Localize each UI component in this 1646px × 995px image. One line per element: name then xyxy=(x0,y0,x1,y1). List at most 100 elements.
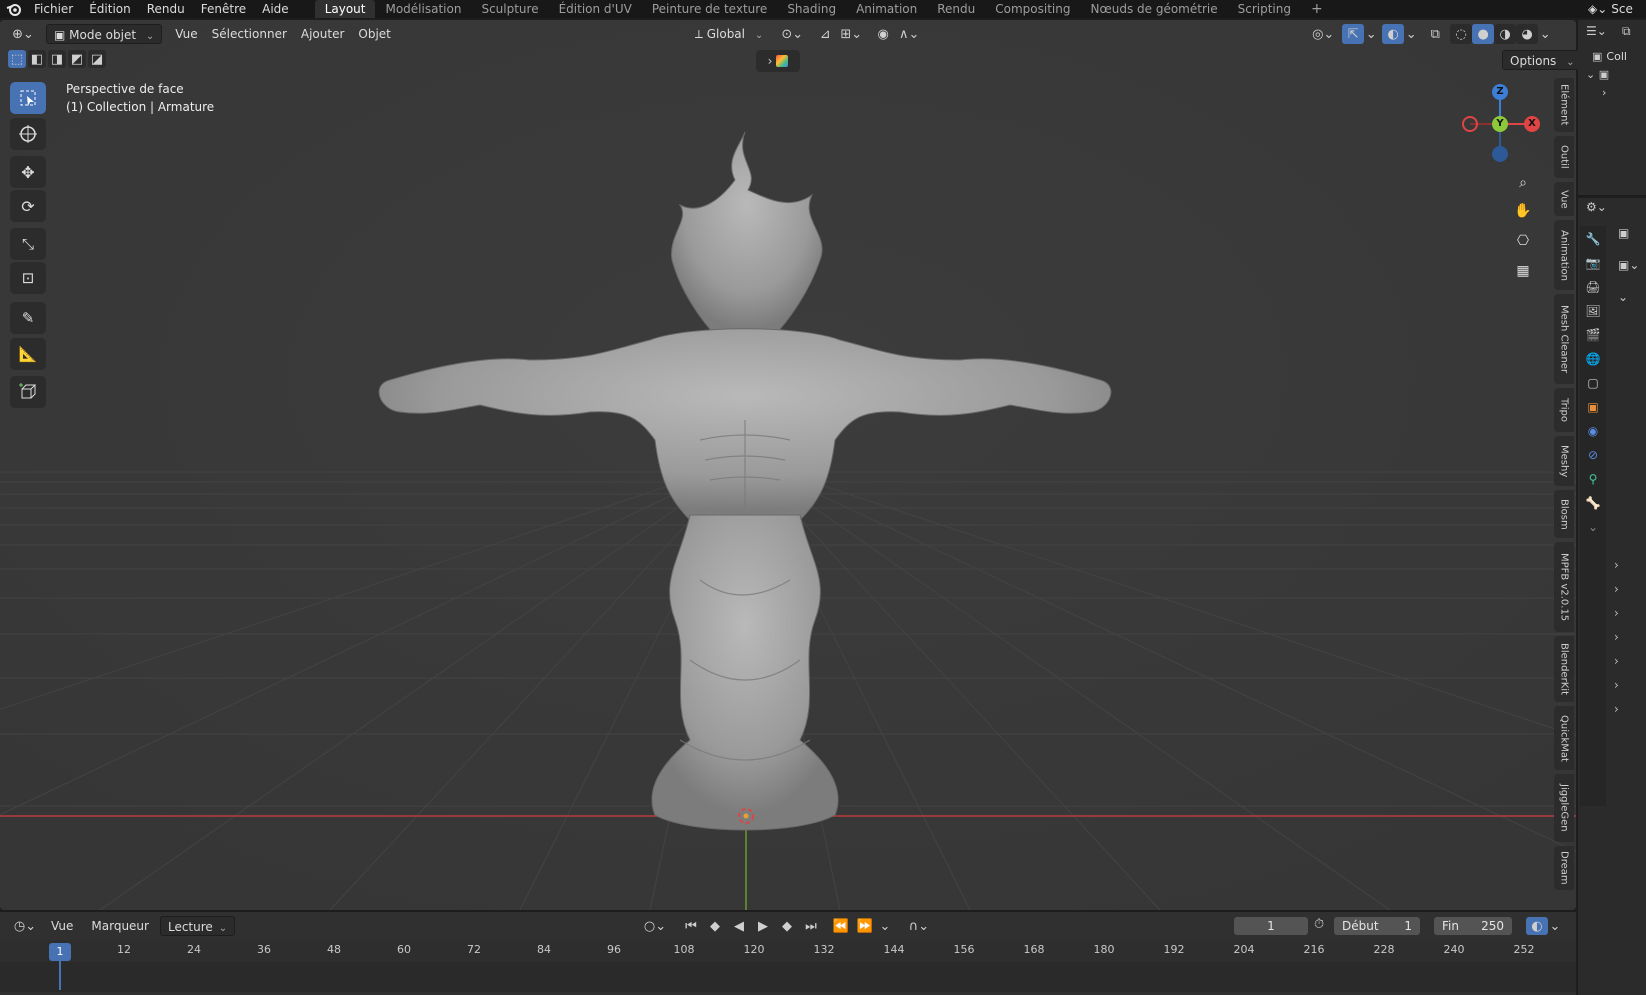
armature-expand-icon[interactable]: › xyxy=(1602,86,1606,99)
tab-shading[interactable]: Shading xyxy=(777,0,846,18)
snap-icon[interactable]: ⊿ xyxy=(814,24,836,44)
menu-fenetre[interactable]: Fenêtre xyxy=(193,0,254,18)
timeline-editor-type-icon[interactable]: ◷⌄ xyxy=(10,916,40,936)
overlay-toggle-icon[interactable]: ◐ xyxy=(1382,24,1405,44)
physics-icon[interactable]: ⊘ xyxy=(1588,448,1598,462)
scene-icon[interactable]: 🎬 xyxy=(1586,328,1601,342)
sidebar-tab-dream[interactable]: Dream xyxy=(1554,846,1574,890)
falloff-icon[interactable]: ∧⌄ xyxy=(894,24,924,44)
orientation-selector[interactable]: ⟂ Global xyxy=(688,24,770,44)
shading-wireframe-icon[interactable]: ◌ xyxy=(1450,24,1473,44)
options-button[interactable]: Options xyxy=(1502,50,1583,70)
current-frame-field[interactable]: 1 xyxy=(1234,917,1308,935)
menu-fichier[interactable]: Fichier xyxy=(26,0,81,18)
select-intersect-icon[interactable]: ◪ xyxy=(88,50,106,68)
tab-modelisation[interactable]: Modélisation xyxy=(375,0,471,18)
sidebar-tab-element[interactable]: Elément xyxy=(1554,78,1574,132)
sidebar-tab-mesh-cleaner[interactable]: Mesh Cleaner xyxy=(1554,294,1574,384)
sidebar-tab-meshy[interactable]: Meshy xyxy=(1554,436,1574,486)
asset-shelf-toggle[interactable]: › xyxy=(756,50,800,72)
gizmo-neg-x-icon[interactable] xyxy=(1462,116,1478,132)
more-tabs-chevron-icon[interactable]: ⌄ xyxy=(1588,520,1598,534)
object-type-dropdown-icon[interactable]: ▣⌄ xyxy=(1618,258,1639,272)
pivot-icon[interactable]: ⊙⌄ xyxy=(776,24,808,44)
sidebar-tab-jigglegen[interactable]: JiggleGen xyxy=(1554,774,1574,842)
view-layer-icon[interactable]: 🖼 xyxy=(1585,304,1600,318)
panel-chevron-icon[interactable]: › xyxy=(1614,702,1619,716)
zoom-icon[interactable]: ⌕ xyxy=(1510,170,1536,196)
tab-edition-uv[interactable]: Édition d'UV xyxy=(549,0,642,18)
timeline-overlay-icon[interactable]: ◐ xyxy=(1526,917,1548,935)
timeline-menu-vue[interactable]: Vue xyxy=(44,916,80,936)
jump-start-icon[interactable]: ⏮ xyxy=(680,916,702,936)
navigation-gizmo[interactable]: Z X Y xyxy=(1460,82,1540,162)
sidebar-tab-quickmat[interactable]: QuickMat xyxy=(1554,706,1574,770)
outliner-scene-collection[interactable]: ▣ Coll xyxy=(1592,50,1627,63)
menu-selectionner[interactable]: Sélectionner xyxy=(205,24,294,44)
panel-chevron-icon[interactable]: › xyxy=(1614,558,1619,572)
menu-ajouter[interactable]: Ajouter xyxy=(294,24,352,44)
add-workspace-button[interactable]: + xyxy=(1301,0,1333,18)
timeline-menu-marqueur[interactable]: Marqueur xyxy=(84,916,156,936)
menu-rendu[interactable]: Rendu xyxy=(139,0,193,18)
render-icon[interactable]: 📷 xyxy=(1586,256,1601,270)
timeline-overlay-dropdown-icon[interactable]: ⌄ xyxy=(1548,917,1562,935)
sidebar-tab-blosm[interactable]: Blosm xyxy=(1554,490,1574,538)
overlay-dropdown-icon[interactable]: ⌄ xyxy=(1404,24,1418,44)
gizmo-y-icon[interactable]: Y xyxy=(1492,116,1508,132)
object-header-icon[interactable]: ▣ xyxy=(1618,226,1629,240)
next-keyframe-icon[interactable]: ◆ xyxy=(776,916,798,936)
outliner-editor-icon[interactable]: ☰⌄ xyxy=(1586,24,1607,38)
menu-vue[interactable]: Vue xyxy=(168,24,204,44)
measure-tool[interactable]: 📐 xyxy=(10,338,46,370)
editor-type-icon[interactable]: ⊕⌄ xyxy=(6,24,40,44)
shading-solid-icon[interactable]: ● xyxy=(1472,24,1495,44)
play-reverse-icon[interactable]: ◀ xyxy=(728,916,750,936)
sidebar-tab-tripo[interactable]: Tripo xyxy=(1554,388,1574,432)
collection-icon[interactable]: ▢ xyxy=(1587,376,1598,390)
sidebar-tab-animation[interactable]: Animation xyxy=(1554,220,1574,290)
menu-objet[interactable]: Objet xyxy=(351,24,397,44)
annotate-tool[interactable]: ✎ xyxy=(10,302,46,334)
jump-end-icon[interactable]: ⏭ xyxy=(800,916,822,936)
pan-hand-icon[interactable]: ✋ xyxy=(1510,198,1536,224)
blender-logo-icon[interactable] xyxy=(0,0,26,18)
add-cube-tool[interactable] xyxy=(10,376,46,408)
select-new-icon[interactable]: ⬚ xyxy=(8,50,26,68)
rotate-tool[interactable]: ⟳ xyxy=(10,190,46,222)
transform-panel-chevron-icon[interactable]: ⌄ xyxy=(1618,290,1628,304)
camera-view-icon[interactable]: ⎔ xyxy=(1510,228,1536,254)
tab-sculpture[interactable]: Sculpture xyxy=(471,0,548,18)
tool-settings-icon[interactable]: 🔧 xyxy=(1586,232,1601,246)
tab-scripting[interactable]: Scripting xyxy=(1228,0,1301,18)
modifier-icon[interactable]: ◉ xyxy=(1588,424,1598,438)
menu-aide[interactable]: Aide xyxy=(254,0,297,18)
outliner-filter-icon[interactable]: ⧉ xyxy=(1622,24,1631,39)
sidebar-tab-vue[interactable]: Vue xyxy=(1554,182,1574,216)
start-frame-field[interactable]: Début 1 xyxy=(1334,917,1420,935)
scene-label[interactable]: Sce xyxy=(1611,2,1633,16)
tab-compositing[interactable]: Compositing xyxy=(985,0,1080,18)
shading-rendered-icon[interactable]: ◕ xyxy=(1516,24,1539,44)
keying-record-icon[interactable]: ○⌄ xyxy=(640,916,670,936)
gizmo-x-icon[interactable]: X xyxy=(1524,116,1540,132)
world-icon[interactable]: 🌐 xyxy=(1586,352,1601,366)
shading-material-icon[interactable]: ◑ xyxy=(1494,24,1517,44)
tab-layout[interactable]: Layout xyxy=(314,0,376,18)
playback-menu[interactable]: Lecture xyxy=(159,916,236,936)
panel-chevron-icon[interactable]: › xyxy=(1614,606,1619,620)
visibility-icon[interactable]: ◎⌄ xyxy=(1308,24,1338,44)
shading-dropdown-icon[interactable]: ⌄ xyxy=(1538,24,1552,44)
sidebar-tab-outil[interactable]: Outil xyxy=(1554,136,1574,178)
mode-selector[interactable]: ▣ Mode objet xyxy=(46,24,163,44)
collection-expand-icon[interactable]: ⌄ ▣ xyxy=(1586,68,1609,81)
sidebar-tab-blenderkit[interactable]: BlenderKit xyxy=(1554,636,1574,702)
object-icon[interactable]: ▣ xyxy=(1587,400,1598,414)
perspective-toggle-icon[interactable]: ▦ xyxy=(1510,258,1536,284)
3d-viewport[interactable] xyxy=(0,20,1576,910)
tab-noeuds-geometrie[interactable]: Nœuds de géométrie xyxy=(1080,0,1227,18)
menu-edition[interactable]: Édition xyxy=(81,0,139,18)
timeline-ruler[interactable]: 12 24 36 48 60 72 84 96 108 120 132 144 156 168 180 192… xyxy=(0,940,1576,992)
select-subtract-icon[interactable]: ◨ xyxy=(48,50,66,68)
properties-editor-icon[interactable]: ⚙⌄ xyxy=(1586,200,1607,214)
